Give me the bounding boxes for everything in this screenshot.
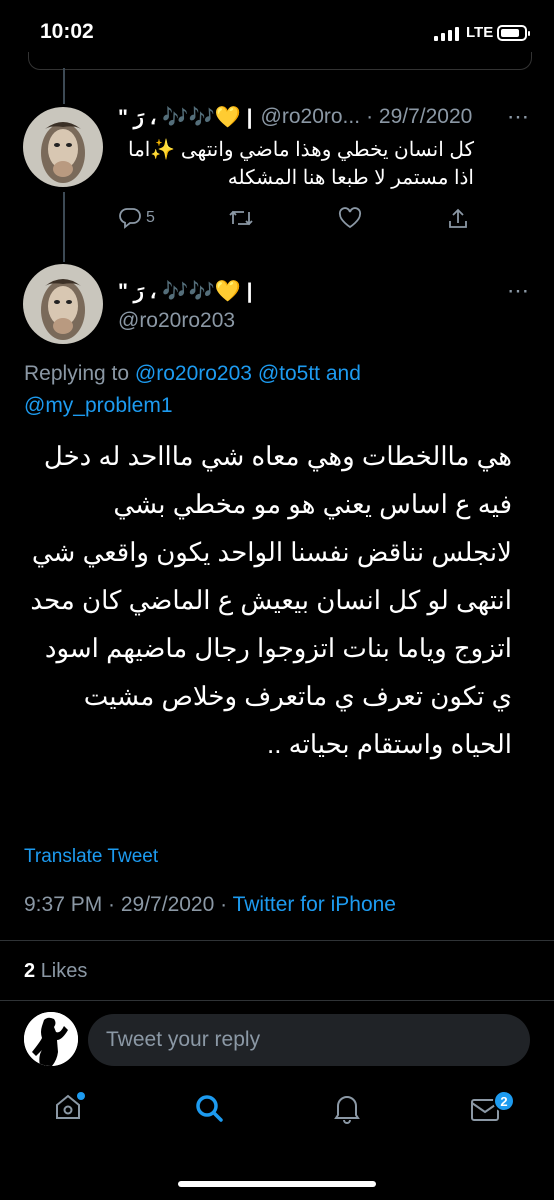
like-button[interactable] [338,207,362,229]
tweet-date: · 29/7/2020 [366,105,473,128]
avatar[interactable] [23,107,103,187]
retweet-button[interactable] [228,207,254,229]
bell-icon [334,1096,360,1124]
search-icon [196,1095,223,1122]
tweet-source[interactable]: Twitter for iPhone [233,893,396,916]
avatar[interactable] [23,264,103,344]
replying-label: Replying to [24,362,130,385]
reply-placeholder: Tweet your reply [106,1028,261,1051]
display-name-row: | 💛🎶🎶 ، رَ " [118,279,253,303]
share-button[interactable] [446,207,470,231]
divider [0,940,554,941]
status-time: 10:02 [40,20,94,43]
user-avatar[interactable] [24,1012,78,1066]
handle[interactable]: @ro20ro203 [118,309,235,333]
signal-icon [434,27,459,41]
home-notification-dot [77,1092,85,1100]
heart-icon [338,207,362,229]
mention-link[interactable]: @ro20ro203 [135,362,252,385]
battery-icon [497,25,530,41]
replying-to: Replying to @ro20ro203 @to5tt and @my_pr… [24,358,524,422]
retweet-icon [229,210,253,226]
quoted-card-edge [28,52,532,70]
messages-badge: 2 [493,1090,515,1112]
replying-and: and [325,362,361,385]
tweet-actions: 5 [118,207,478,233]
tweet-meta: 9:37 PM · 29/7/2020 · Twitter for iPhone [24,893,396,917]
thread-line [63,192,65,262]
more-options-icon[interactable]: ⋯ [507,104,530,130]
home-indicator[interactable] [178,1181,376,1187]
tweet-timestamp: 9:37 PM · 29/7/2020 · [24,893,233,916]
display-name[interactable]: | 💛🎶🎶 ، رَ " [118,105,253,130]
display-name[interactable]: | 💛🎶🎶 ، رَ " [118,279,253,304]
reply-input[interactable]: Tweet your reply [88,1014,530,1066]
search-tab[interactable] [193,1092,225,1129]
divider [0,1000,554,1001]
handle[interactable]: @ro20ro... [261,105,361,129]
notifications-tab[interactable] [332,1092,362,1129]
tweet-header: | 💛🎶🎶 ، رَ " @ro20ro... · 29/7/2020 [118,105,498,129]
share-icon [449,208,467,228]
tweet-text: كل انسان يخطي وهذا ماضي وانتهى ✨اما اذا … [128,139,474,189]
mention-link[interactable]: @my_problem1 [24,394,173,417]
likes-link[interactable]: 2 Likes [24,960,87,983]
reply-icon [119,208,141,229]
likes-count: 2 [24,960,36,982]
translate-tweet-link[interactable]: Translate Tweet [24,846,158,868]
mention-link[interactable]: @to5tt [258,362,320,385]
tweet-text: هي ماالخطات وهي معاه شي ماااحد له دخل في… [30,441,512,759]
network-type: LTE [466,24,494,41]
reply-count: 5 [146,209,155,226]
reply-button[interactable]: 5 [118,207,155,229]
more-options-icon[interactable]: ⋯ [507,278,530,304]
likes-label: Likes [40,960,88,982]
thread-line [63,68,65,104]
